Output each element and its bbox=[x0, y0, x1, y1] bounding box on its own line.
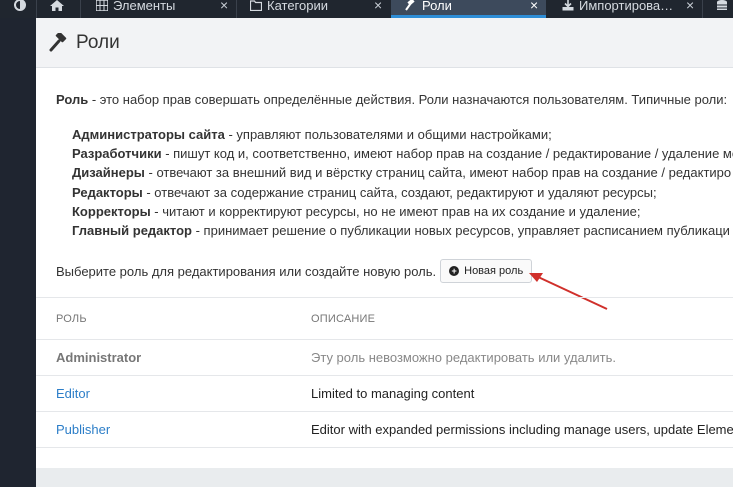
close-icon[interactable]: × bbox=[374, 0, 382, 12]
page-title: Роли bbox=[76, 31, 120, 53]
table-header-row: РОЛЬ ОПИСАНИЕ bbox=[36, 298, 733, 340]
table-row: Administrator Эту роль невозможно редакт… bbox=[36, 340, 733, 376]
role-link[interactable]: Editor bbox=[56, 376, 90, 411]
close-icon[interactable]: × bbox=[530, 0, 538, 12]
tab-home[interactable] bbox=[50, 0, 80, 18]
typical-roles-list: Администраторы сайта - управляют пользов… bbox=[72, 125, 733, 240]
role-name: Главный редактор bbox=[72, 222, 192, 238]
gavel-icon bbox=[49, 32, 67, 51]
grid-icon bbox=[96, 0, 109, 13]
tab-elements-label: Элементы bbox=[113, 0, 176, 13]
role-desc: - отвечают за содержание страниц сайта, … bbox=[142, 184, 657, 200]
list-item: Корректоры - читают и корректируют ресур… bbox=[72, 202, 733, 221]
role-name: Разработчики bbox=[72, 146, 162, 162]
plus-circle-icon: + bbox=[449, 266, 460, 276]
role-name-cell: Administrator bbox=[56, 350, 142, 365]
choose-role-line: Выберите роль для редактирования или соз… bbox=[56, 259, 533, 283]
gavel-icon bbox=[405, 0, 417, 13]
list-item: Главный редактор - принимает решение о п… bbox=[72, 221, 733, 240]
roles-panel: Роль - это набор прав совершать определё… bbox=[36, 68, 733, 468]
role-link[interactable]: Publisher bbox=[56, 412, 110, 447]
tab-categories-label: Категории bbox=[267, 0, 328, 13]
page-header: Роли bbox=[36, 18, 733, 68]
role-name: Корректоры bbox=[72, 203, 151, 219]
role-description-cell: Limited to managing content bbox=[311, 386, 475, 401]
close-icon[interactable]: × bbox=[220, 0, 228, 12]
tab-roles[interactable]: Роли × bbox=[391, 0, 546, 18]
intro-term: Роль bbox=[56, 92, 89, 107]
tab-import[interactable]: Импортирова… × bbox=[562, 0, 702, 18]
choose-role-text: Выберите роль для редактирования или соз… bbox=[56, 263, 437, 279]
import-icon bbox=[562, 0, 574, 13]
tab-categories[interactable]: Категории × bbox=[250, 0, 390, 18]
role-description-cell: Эту роль невозможно редактировать или уд… bbox=[311, 350, 616, 365]
role-name: Администраторы сайта bbox=[72, 127, 225, 142]
close-icon[interactable]: × bbox=[686, 0, 694, 12]
table-row: Publisher Editor with expanded permissio… bbox=[36, 412, 733, 448]
list-item: Дизайнеры - отвечают за внешний вид и вё… bbox=[72, 163, 733, 182]
roles-table: РОЛЬ ОПИСАНИЕ Administrator Эту роль нев… bbox=[36, 297, 733, 448]
role-desc: - пишут код и, соответственно, имеют наб… bbox=[161, 146, 733, 162]
table-row: Editor Limited to managing content bbox=[36, 376, 733, 412]
left-rail bbox=[0, 0, 36, 487]
column-header-description[interactable]: ОПИСАНИЕ bbox=[311, 298, 375, 339]
tab-roles-label: Роли bbox=[422, 0, 452, 13]
home-icon bbox=[50, 0, 64, 13]
role-desc: - принимает решение о публикации новых р… bbox=[192, 222, 730, 238]
list-item: Редакторы - отвечают за содержание стран… bbox=[72, 183, 733, 202]
database-icon[interactable] bbox=[716, 0, 733, 18]
new-role-button[interactable]: + Новая роль bbox=[440, 259, 533, 283]
folder-icon bbox=[250, 0, 263, 13]
dashboard-icon[interactable] bbox=[14, 0, 30, 18]
role-desc: - управляют пользователями и общими наст… bbox=[224, 127, 552, 142]
list-item: Администраторы сайта - управляют пользов… bbox=[72, 125, 733, 144]
column-header-role[interactable]: РОЛЬ bbox=[56, 298, 87, 339]
new-role-label: Новая роль bbox=[464, 265, 524, 277]
intro-definition: - это набор прав совершать определённые … bbox=[88, 92, 728, 107]
role-description-cell: Editor with expanded permissions includi… bbox=[311, 422, 733, 437]
list-item: Разработчики - пишут код и, соответствен… bbox=[72, 144, 733, 163]
role-name: Редакторы bbox=[72, 184, 143, 200]
role-desc: - читают и корректируют ресурсы, но не и… bbox=[150, 203, 641, 219]
role-desc: - отвечают за внешний вид и вёрстку стра… bbox=[144, 165, 732, 181]
intro-text: Роль - это набор прав совершать определё… bbox=[56, 92, 733, 107]
tab-import-label: Импортирова… bbox=[579, 0, 674, 13]
tab-bar: Элементы × Категории × Роли × Импортиров… bbox=[0, 0, 733, 18]
tab-elements[interactable]: Элементы × bbox=[96, 0, 236, 18]
role-name: Дизайнеры bbox=[72, 165, 145, 181]
